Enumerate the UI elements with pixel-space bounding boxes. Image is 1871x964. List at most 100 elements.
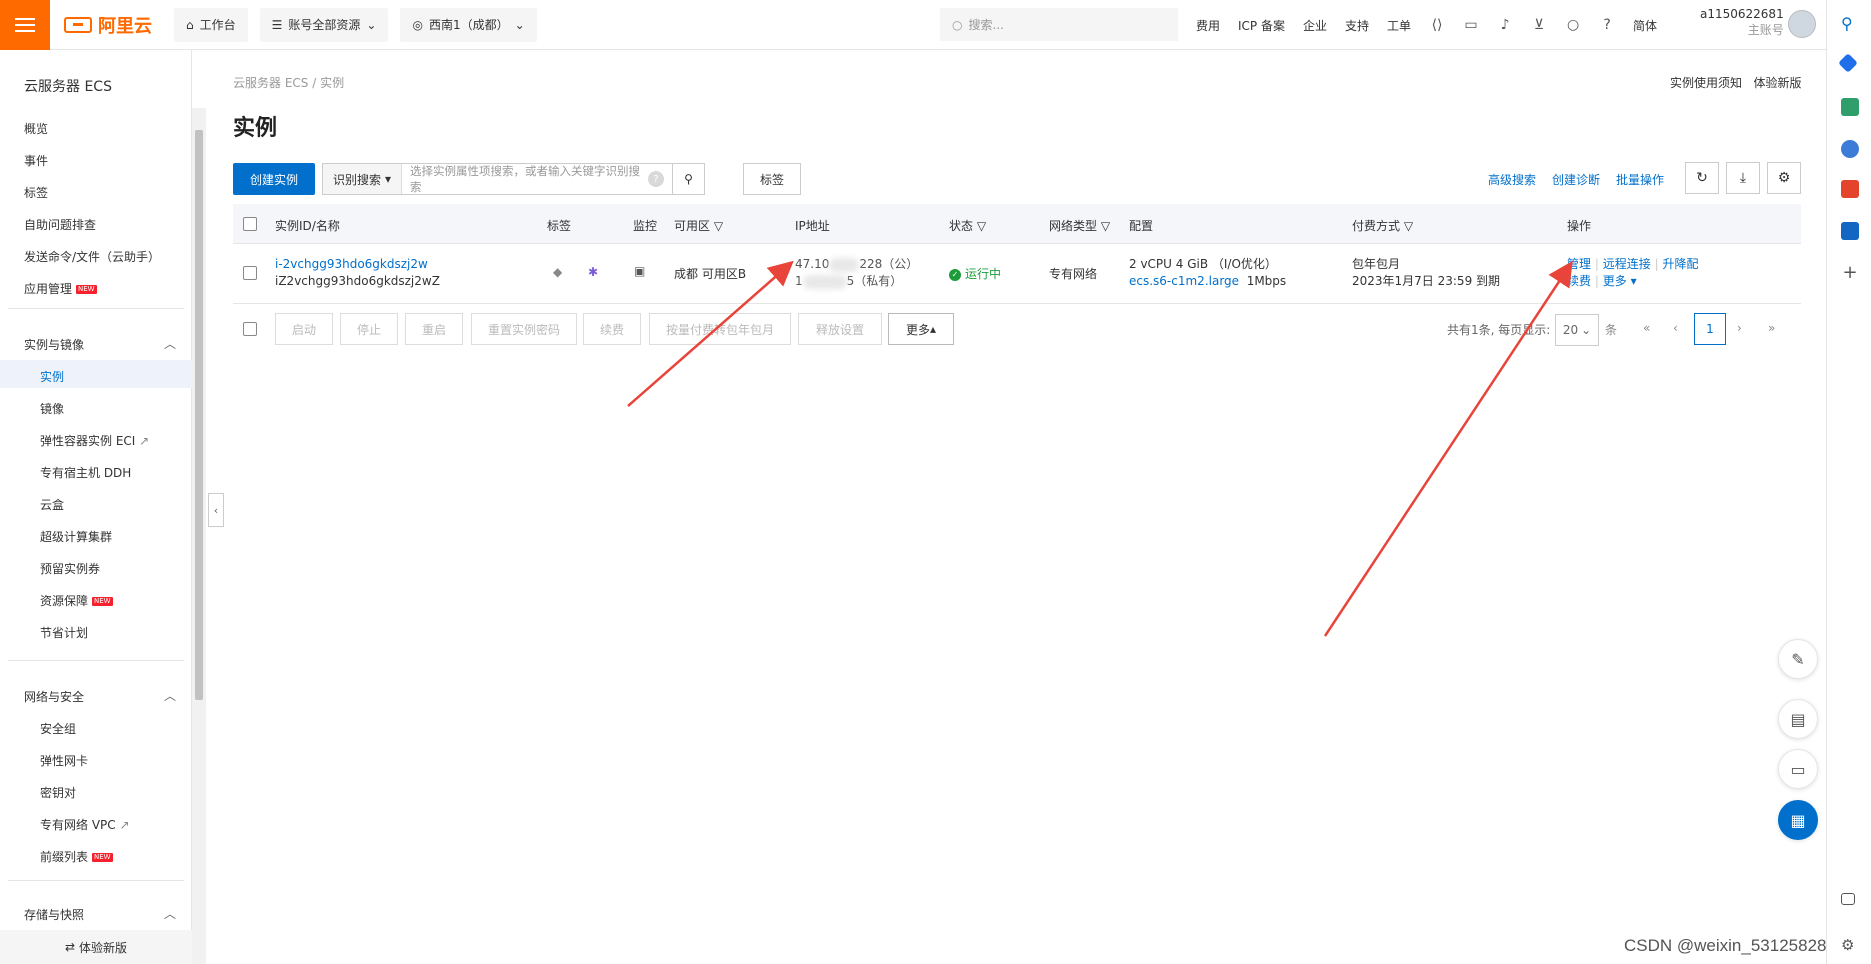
prev-page-button[interactable]: ‹ <box>1673 321 1678 335</box>
sidebar-item-savings-plan[interactable]: 节省计划 <box>40 624 88 641</box>
sidebar-group-instances-images[interactable]: 实例与镜像 <box>24 336 84 353</box>
docs-button[interactable]: ▤ <box>1778 699 1818 739</box>
search-mode-select[interactable]: 识别搜索 ▾ <box>323 164 403 194</box>
toolbox-app-icon[interactable] <box>1841 98 1859 116</box>
release-settings-button[interactable]: 释放设置 <box>798 313 882 345</box>
page-size-select[interactable]: 20 ⌄ <box>1555 314 1599 346</box>
next-page-button[interactable]: › <box>1737 321 1742 335</box>
help-icon[interactable]: ? <box>648 171 664 187</box>
select-all-checkbox[interactable] <box>243 217 257 231</box>
current-page-button[interactable]: 1 <box>1694 313 1726 345</box>
sidebar-item-tags[interactable]: 标签 <box>24 184 48 201</box>
export-button[interactable]: ⤓ <box>1726 162 1760 194</box>
sidebar-item-security-group[interactable]: 安全组 <box>40 720 76 737</box>
search-button[interactable]: ⚲ <box>672 164 704 194</box>
instance-search-input[interactable]: 选择实例属性项搜索，或者输入关键字识别搜索 <box>402 163 648 195</box>
region-select[interactable]: ◎ 西南1（成都） ⌄ <box>400 7 537 42</box>
tag-app-icon[interactable] <box>1838 53 1858 73</box>
more-bulk-button[interactable]: 更多 ▴ <box>888 313 954 345</box>
search-icon[interactable]: ⚲ <box>1841 14 1859 33</box>
row-checkbox[interactable] <box>243 266 257 280</box>
chevron-up-icon[interactable]: ︿ <box>164 905 176 922</box>
sidebar-group-network-security[interactable]: 网络与安全 <box>24 688 84 705</box>
sidebar-scrollbar-thumb[interactable] <box>195 130 203 700</box>
sidebar-item-prefix-list[interactable]: 前缀列表 NEW <box>40 848 113 865</box>
outlook-app-icon[interactable] <box>1841 222 1859 240</box>
sidebar-item-troubleshoot[interactable]: 自助问题排查 <box>24 216 96 233</box>
cart-icon[interactable]: ⊻ <box>1531 17 1547 33</box>
create-diagnosis-link[interactable]: 创建诊断 <box>1552 171 1600 188</box>
breadcrumb-ecs[interactable]: 云服务器 ECS <box>233 76 308 90</box>
instance-notice-link[interactable]: 实例使用须知 <box>1670 76 1742 90</box>
sidebar-item-events[interactable]: 事件 <box>24 152 48 169</box>
people-app-icon[interactable] <box>1841 140 1859 158</box>
last-page-button[interactable]: » <box>1768 321 1775 335</box>
chevron-up-icon[interactable]: ︿ <box>164 335 176 352</box>
first-page-button[interactable]: « <box>1643 321 1650 335</box>
office-app-icon[interactable] <box>1841 180 1859 198</box>
advanced-search-link[interactable]: 高级搜索 <box>1488 171 1536 188</box>
terminal-icon[interactable]: ▭ <box>1463 17 1479 33</box>
language-switch[interactable]: 简体 <box>1633 17 1657 34</box>
feedback-edit-button[interactable]: ✎ <box>1778 639 1818 679</box>
sidebar-item-eni[interactable]: 弹性网卡 <box>40 752 88 769</box>
topbar-link-enterprise[interactable]: 企业 <box>1303 17 1327 34</box>
apps-icon[interactable]: ✱ <box>588 264 598 281</box>
sidebar-item-reserved-instance[interactable]: 预留实例券 <box>40 560 100 577</box>
ip-cell[interactable]: 47.10 228（公） 1 5（私有） <box>795 256 918 290</box>
refresh-button[interactable]: ↻ <box>1685 162 1719 194</box>
lightbulb-icon[interactable]: ○ <box>1565 17 1581 33</box>
topbar-link-support[interactable]: 支持 <box>1345 17 1369 34</box>
create-instance-button[interactable]: 创建实例 <box>233 163 315 195</box>
sidebar-item-overview[interactable]: 概览 <box>24 120 48 137</box>
tag-icon[interactable]: ◆ <box>553 264 562 281</box>
sidebar-item-keypair[interactable]: 密钥对 <box>40 784 76 801</box>
sidebar-item-eci[interactable]: 弹性容器实例 ECI ↗ <box>40 432 149 449</box>
try-new-version-link[interactable]: 体验新版 <box>1753 76 1801 90</box>
sidebar-group-storage-snapshot[interactable]: 存储与快照 <box>24 906 84 923</box>
column-header-zone[interactable]: 可用区 ▽ <box>674 217 723 234</box>
sidebar-item-vpc[interactable]: 专有网络 VPC ↗ <box>40 816 130 833</box>
user-info[interactable]: a1150622681 主账号 <box>1700 6 1784 38</box>
topbar-link-icp[interactable]: ICP 备案 <box>1238 17 1285 34</box>
instance-type-link[interactable]: ecs.s6-c1m2.large <box>1129 274 1239 288</box>
topbar-link-ticket[interactable]: 工单 <box>1387 17 1411 34</box>
expand-panel-icon[interactable] <box>1841 893 1855 905</box>
resize-link[interactable]: 升降配 <box>1662 257 1698 271</box>
remote-connect-link[interactable]: 远程连接 <box>1603 257 1651 271</box>
code-icon[interactable]: ⟨⟩ <box>1429 17 1445 33</box>
sidebar-item-cloudbox[interactable]: 云盒 <box>40 496 64 513</box>
restart-button[interactable]: 重启 <box>405 313 463 345</box>
chevron-up-icon[interactable]: ︿ <box>164 687 176 704</box>
stop-button[interactable]: 停止 <box>340 313 398 345</box>
aliyun-logo[interactable]: 阿里云 <box>64 12 152 38</box>
chat-button[interactable]: ▭ <box>1778 749 1818 789</box>
renew-link[interactable]: 续费 <box>1567 274 1591 288</box>
start-button[interactable]: 启动 <box>275 313 333 345</box>
resource-scope-select[interactable]: ☰ 账号全部资源 ⌄ <box>259 7 389 42</box>
settings-icon[interactable]: ⚙ <box>1841 936 1859 954</box>
try-new-version-button[interactable]: ⇄ 体验新版 <box>0 930 192 964</box>
collapse-sidebar-button[interactable]: ‹ <box>208 493 224 527</box>
add-icon[interactable]: + <box>1841 264 1859 282</box>
sidebar-item-scc[interactable]: 超级计算集群 <box>40 528 112 545</box>
sidebar-item-images[interactable]: 镜像 <box>40 400 64 417</box>
topbar-link-fees[interactable]: 费用 <box>1196 17 1220 34</box>
column-header-status[interactable]: 状态 ▽ <box>949 217 986 234</box>
instance-id-link[interactable]: i-2vchgg93hdo6gkdszj2w <box>275 256 440 273</box>
global-search-input[interactable]: ○ 搜索... <box>940 8 1178 41</box>
renew-button[interactable]: 续费 <box>583 313 641 345</box>
batch-operation-link[interactable]: 批量操作 <box>1616 171 1664 188</box>
sidebar-item-instances[interactable]: 实例 <box>40 368 64 385</box>
column-header-billing[interactable]: 付费方式 ▽ <box>1352 217 1413 234</box>
monitor-icon[interactable]: ▣ <box>634 263 645 280</box>
help-icon[interactable]: ? <box>1599 17 1615 33</box>
bulk-select-checkbox[interactable] <box>243 322 257 336</box>
sidebar-item-app-management[interactable]: 应用管理 NEW <box>24 280 97 297</box>
reset-password-button[interactable]: 重置实例密码 <box>471 313 577 345</box>
sidebar-item-ddh[interactable]: 专有宿主机 DDH <box>40 464 131 481</box>
table-settings-button[interactable]: ⚙ <box>1767 162 1801 194</box>
manage-link[interactable]: 管理 <box>1567 257 1591 271</box>
bell-icon[interactable]: ♪ <box>1497 17 1513 33</box>
more-actions-link[interactable]: 更多 ▾ <box>1603 274 1637 288</box>
